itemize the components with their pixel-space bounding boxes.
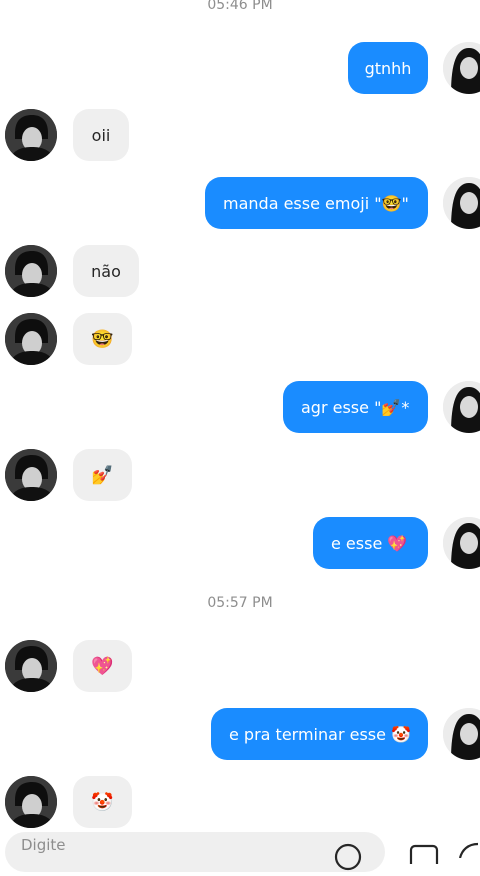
avatar[interactable] (5, 313, 57, 365)
message-text: oii (91, 125, 111, 145)
avatar[interactable] (443, 517, 480, 569)
message-input-placeholder: Digite (21, 836, 66, 854)
message-bubble-outgoing[interactable]: gtnhh (348, 42, 428, 94)
message-bubble-incoming[interactable]: 💖 (73, 640, 132, 692)
message-text: 💖 (91, 655, 114, 677)
message-input[interactable]: Digite (5, 832, 385, 872)
message-text: não (91, 261, 121, 281)
avatar[interactable] (443, 177, 480, 229)
avatar[interactable] (5, 245, 57, 297)
message-text: e esse 💖 (331, 533, 408, 553)
avatar[interactable] (443, 708, 480, 760)
avatar[interactable] (443, 42, 480, 94)
message-bubble-outgoing[interactable]: e esse 💖 (313, 517, 428, 569)
message-bubble-incoming[interactable]: não (73, 245, 139, 297)
timestamp: 05:57 PM (207, 595, 273, 611)
message-text: manda esse emoji "🤓" (223, 193, 409, 213)
avatar[interactable] (5, 640, 57, 692)
message-bubble-incoming[interactable]: 🤡 (73, 776, 132, 828)
avatar[interactable] (5, 109, 57, 161)
image-icon[interactable] (409, 844, 439, 870)
timestamp: 05:46 PM (207, 0, 273, 13)
avatar[interactable] (5, 776, 57, 828)
sticker-icon[interactable] (458, 842, 480, 862)
message-bubble-incoming[interactable]: 🤓 (73, 313, 132, 365)
message-bubble-outgoing[interactable]: manda esse emoji "🤓" (205, 177, 428, 229)
emoji-icon[interactable] (333, 842, 363, 876)
message-text: 💅 (91, 464, 114, 486)
message-text: e pra terminar esse 🤡 (229, 724, 411, 744)
message-text: agr esse "💅* (301, 397, 410, 417)
avatar[interactable] (443, 381, 480, 433)
avatar[interactable] (5, 449, 57, 501)
message-text: gtnhh (364, 58, 412, 78)
message-text: 🤡 (91, 791, 114, 813)
message-bubble-incoming[interactable]: oii (73, 109, 129, 161)
message-bubble-outgoing[interactable]: e pra terminar esse 🤡 (211, 708, 428, 760)
message-bubble-outgoing[interactable]: agr esse "💅* (283, 381, 428, 433)
message-text: 🤓 (91, 328, 114, 350)
message-bubble-incoming[interactable]: 💅 (73, 449, 132, 501)
